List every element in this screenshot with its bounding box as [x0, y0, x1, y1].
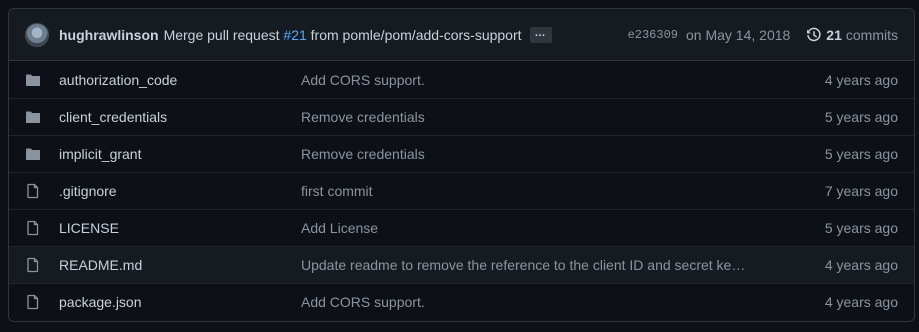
file-row[interactable]: client_credentials Remove credentials 5 ye… — [9, 98, 914, 135]
file-last-updated: 4 years ago — [824, 294, 898, 310]
commit-author-link[interactable]: hughrawlinson — [59, 27, 159, 43]
avatar[interactable] — [25, 22, 49, 47]
file-browser: hughrawlinson Merge pull request #21 fro… — [8, 8, 915, 322]
latest-commit-bar: hughrawlinson Merge pull request #21 fro… — [9, 9, 914, 61]
folder-icon — [25, 72, 41, 88]
commits-label[interactable]: commits — [846, 27, 898, 43]
expand-commit-message-button[interactable]: … — [529, 26, 552, 43]
file-name-link[interactable]: implicit_grant — [59, 146, 301, 162]
file-row[interactable]: implicit_grant Remove credentials 5 years … — [9, 135, 914, 172]
file-row[interactable]: .gitignore first commit 7 years ago — [9, 172, 914, 209]
file-commit-message-link[interactable]: Add License — [301, 220, 761, 236]
file-last-updated: 5 years ago — [824, 146, 898, 162]
folder-icon — [25, 146, 41, 162]
file-icon — [25, 294, 41, 310]
file-row[interactable]: README.md Update readme to remove the ref… — [9, 246, 914, 283]
file-last-updated: 5 years ago — [824, 109, 898, 125]
file-last-updated: 7 years ago — [824, 183, 898, 199]
file-list: authorization_code Add CORS support. 4 yea… — [9, 61, 914, 320]
file-name-link[interactable]: client_credentials — [59, 109, 301, 125]
file-commit-message-link[interactable]: Add CORS support. — [301, 294, 761, 310]
file-commit-message-link[interactable]: Remove credentials — [301, 109, 761, 125]
file-commit-message-link[interactable]: Remove credentials — [301, 146, 761, 162]
commit-sha-link[interactable]: e236309 — [628, 28, 678, 42]
file-commit-message-link[interactable]: Add CORS support. — [301, 72, 761, 88]
file-name-link[interactable]: package.json — [59, 294, 301, 310]
file-name-link[interactable]: .gitignore — [59, 183, 301, 199]
commit-message-suffix[interactable]: from pomle/pom/add-cors-support — [307, 27, 522, 43]
file-row[interactable]: package.json Add CORS support. 4 years ago — [9, 283, 914, 320]
file-name-link[interactable]: LICENSE — [59, 220, 301, 236]
file-row[interactable]: LICENSE Add License 5 years ago — [9, 209, 914, 246]
commits-count[interactable]: 21 — [826, 27, 842, 43]
file-icon — [25, 183, 41, 199]
file-last-updated: 5 years ago — [824, 220, 898, 236]
history-icon — [807, 27, 821, 41]
file-icon — [25, 220, 41, 236]
file-last-updated: 4 years ago — [824, 257, 898, 273]
file-name-link[interactable]: README.md — [59, 257, 301, 273]
folder-icon — [25, 109, 41, 125]
commit-message-prefix[interactable]: Merge pull request — [164, 27, 284, 43]
commit-date: on May 14, 2018 — [686, 26, 791, 43]
commits-history-link[interactable]: 21 commits — [806, 27, 898, 43]
file-last-updated: 4 years ago — [824, 71, 898, 88]
file-commit-message-link[interactable]: first commit — [301, 183, 761, 199]
pull-request-link[interactable]: #21 — [283, 27, 306, 43]
file-commit-message-link[interactable]: Update readme to remove the reference to… — [301, 257, 761, 273]
commit-message[interactable]: Merge pull request #21 from pomle/pom/ad… — [164, 27, 522, 43]
file-name-link[interactable]: authorization_code — [59, 72, 301, 88]
file-icon — [25, 257, 41, 273]
file-row[interactable]: authorization_code Add CORS support. 4 yea… — [9, 61, 914, 98]
